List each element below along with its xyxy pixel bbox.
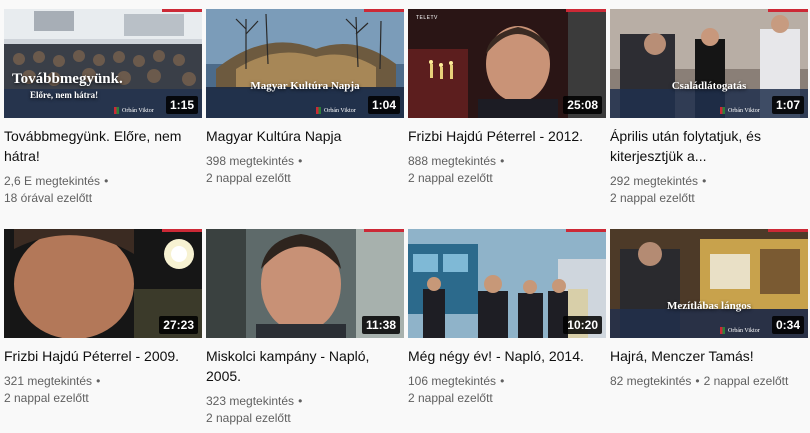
video-thumbnail[interactable]: 11:38: [206, 229, 404, 338]
thumbnail-caption: Továbbmegyünk.: [12, 71, 123, 87]
duration-badge: 1:07: [771, 96, 804, 114]
duration-badge: 10:20: [563, 316, 602, 334]
thumbnail-accent: [768, 9, 808, 12]
upload-age: 2 nappal ezelőtt: [703, 374, 789, 388]
thumbnail-logo: Orbán Viktor: [114, 107, 154, 114]
duration-badge: 25:08: [563, 96, 602, 114]
duration-badge: 0:34: [771, 316, 804, 334]
video-grid: Továbbmegyünk. Előre, nem hátra! Orbán V…: [0, 0, 810, 433]
video-thumbnail[interactable]: Mezítlábas lángos Orbán Viktor 0:34: [610, 229, 808, 338]
video-thumbnail[interactable]: TELETV 25:08: [408, 9, 606, 118]
video-thumbnail[interactable]: 10:20: [408, 229, 606, 338]
upload-age: 18 órával ezelőtt: [4, 191, 93, 205]
duration-badge: 1:15: [165, 96, 198, 114]
channel-tag: TELETV: [416, 15, 438, 21]
view-count: 888 megtekintés: [408, 154, 497, 168]
view-count: 398 megtekintés: [206, 154, 295, 168]
video-title[interactable]: Frizbi Hajdú Péterrel - 2009.: [4, 346, 200, 366]
thumbnail-caption: Mezítlábas lángos: [666, 300, 752, 312]
thumbnail-caption: Magyar Kultúra Napja: [250, 80, 360, 92]
thumbnail-logo: Orbán Viktor: [720, 107, 760, 114]
duration-badge: 11:38: [361, 316, 400, 334]
duration-badge: 27:23: [159, 316, 198, 334]
upload-age: 2 nappal ezelőtt: [408, 391, 493, 405]
thumbnail-accent: [768, 229, 808, 232]
meta-separator: •: [298, 394, 303, 408]
video-meta-line: 292 megtekintés •: [610, 173, 810, 190]
duration-badge: 1:04: [367, 96, 400, 114]
thumbnail-accent: [566, 9, 606, 12]
upload-age: 2 nappal ezelőtt: [206, 171, 291, 185]
video-meta-line: 106 megtekintés •: [408, 373, 608, 390]
video-meta-line: 2,6 E megtekintés •: [4, 173, 204, 190]
view-count: 323 megtekintés: [206, 394, 295, 408]
video-meta-line: 888 megtekintés •: [408, 153, 608, 170]
video-thumbnail[interactable]: Magyar Kultúra Napja Orbán Viktor 1:04: [206, 9, 404, 118]
video-title[interactable]: Még négy év! - Napló, 2014.: [408, 346, 604, 366]
view-count: 82 megtekintés: [610, 374, 692, 388]
upload-age: 2 nappal ezelőtt: [408, 171, 493, 185]
upload-age: 2 nappal ezelőtt: [610, 191, 695, 205]
view-count: 292 megtekintés: [610, 174, 699, 188]
thumbnail-accent: [162, 229, 202, 232]
meta-separator: •: [702, 174, 707, 188]
video-title[interactable]: Magyar Kultúra Napja: [206, 126, 402, 146]
view-count: 106 megtekintés: [408, 374, 497, 388]
meta-separator: •: [500, 154, 505, 168]
view-count: 321 megtekintés: [4, 374, 93, 388]
thumbnail-logo: Orbán Viktor: [720, 327, 760, 334]
meta-separator: •: [298, 154, 303, 168]
thumbnail-accent: [162, 9, 202, 12]
view-count: 2,6 E megtekintés: [4, 174, 101, 188]
video-thumbnail[interactable]: Továbbmegyünk. Előre, nem hátra! Orbán V…: [4, 9, 202, 118]
video-meta-line: 82 megtekintés • 2 nappal ezelőtt: [610, 373, 810, 390]
video-title[interactable]: Továbbmegyünk. Előre, nem hátra!: [4, 126, 200, 166]
video-thumbnail[interactable]: Családlátogatás Orbán Viktor 1:07: [610, 9, 808, 118]
thumbnail-logo: Orbán Viktor: [316, 107, 356, 114]
video-title[interactable]: Miskolci kampány - Napló, 2005.: [206, 346, 402, 386]
video-thumbnail[interactable]: 27:23: [4, 229, 202, 338]
video-title[interactable]: Frizbi Hajdú Péterrel - 2012.: [408, 126, 604, 146]
meta-separator: •: [500, 374, 505, 388]
meta-separator: •: [695, 374, 700, 388]
video-meta-line: 321 megtekintés •: [4, 373, 204, 390]
thumbnail-caption: Családlátogatás: [671, 80, 747, 92]
thumbnail-accent: [364, 9, 404, 12]
video-meta-line: 398 megtekintés •: [206, 153, 406, 170]
thumbnail-accent: [364, 229, 404, 232]
meta-separator: •: [96, 374, 101, 388]
meta-separator: •: [104, 174, 109, 188]
video-meta-line: 323 megtekintés •: [206, 393, 406, 410]
upload-age: 2 nappal ezelőtt: [206, 411, 291, 425]
upload-age: 2 nappal ezelőtt: [4, 391, 89, 405]
video-title[interactable]: Hajrá, Menczer Tamás!: [610, 346, 806, 366]
video-title[interactable]: Április után folytatjuk, és kiterjesztjü…: [610, 126, 806, 166]
thumbnail-accent: [566, 229, 606, 232]
